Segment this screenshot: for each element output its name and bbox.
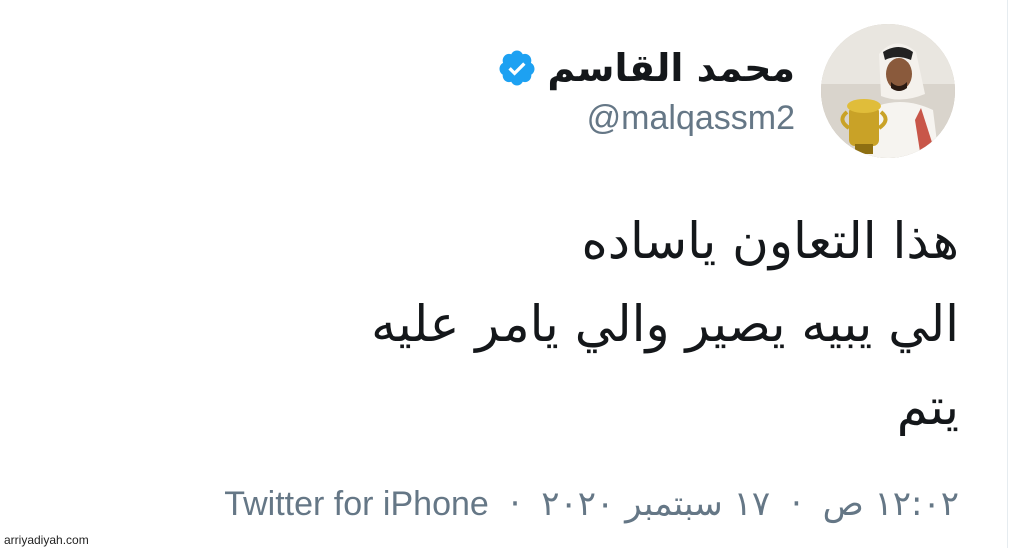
verified-badge-icon: [499, 50, 535, 85]
tweet-header: محمد القاسم @malqassm2: [497, 24, 955, 158]
tweet-date[interactable]: ١٧ سبتمبر ٢٠٢٠: [541, 484, 770, 524]
tweet-time[interactable]: ١٢:٠٢ ص: [823, 484, 959, 524]
meta-separator: ·: [790, 484, 802, 524]
tweet-line: الي يبيه يصير والي يامر عليه: [371, 295, 959, 353]
tweet-line: هذا التعاون ياساده: [581, 212, 959, 270]
name-row: محمد القاسم: [497, 45, 795, 91]
tweet-source[interactable]: Twitter for iPhone: [224, 485, 489, 523]
meta-separator: ·: [509, 484, 521, 524]
tweet-line: يتم: [896, 378, 959, 436]
user-handle[interactable]: @malqassm2: [587, 99, 795, 138]
avatar-photo-icon: [821, 24, 955, 158]
tweet-meta: ١٢:٠٢ ص · ١٧ سبتمبر ٢٠٢٠ · Twitter for i…: [224, 484, 959, 524]
watermark: arriyadiyah.com: [4, 533, 89, 547]
tweet-text: هذا التعاون ياساده الي يبيه يصير والي يا…: [59, 200, 959, 449]
display-name[interactable]: محمد القاسم: [547, 45, 795, 91]
user-names: محمد القاسم @malqassm2: [497, 45, 795, 138]
tweet-card: محمد القاسم @malqassm2 هذا التعاون ياساد…: [0, 0, 1008, 548]
avatar[interactable]: [821, 24, 955, 158]
